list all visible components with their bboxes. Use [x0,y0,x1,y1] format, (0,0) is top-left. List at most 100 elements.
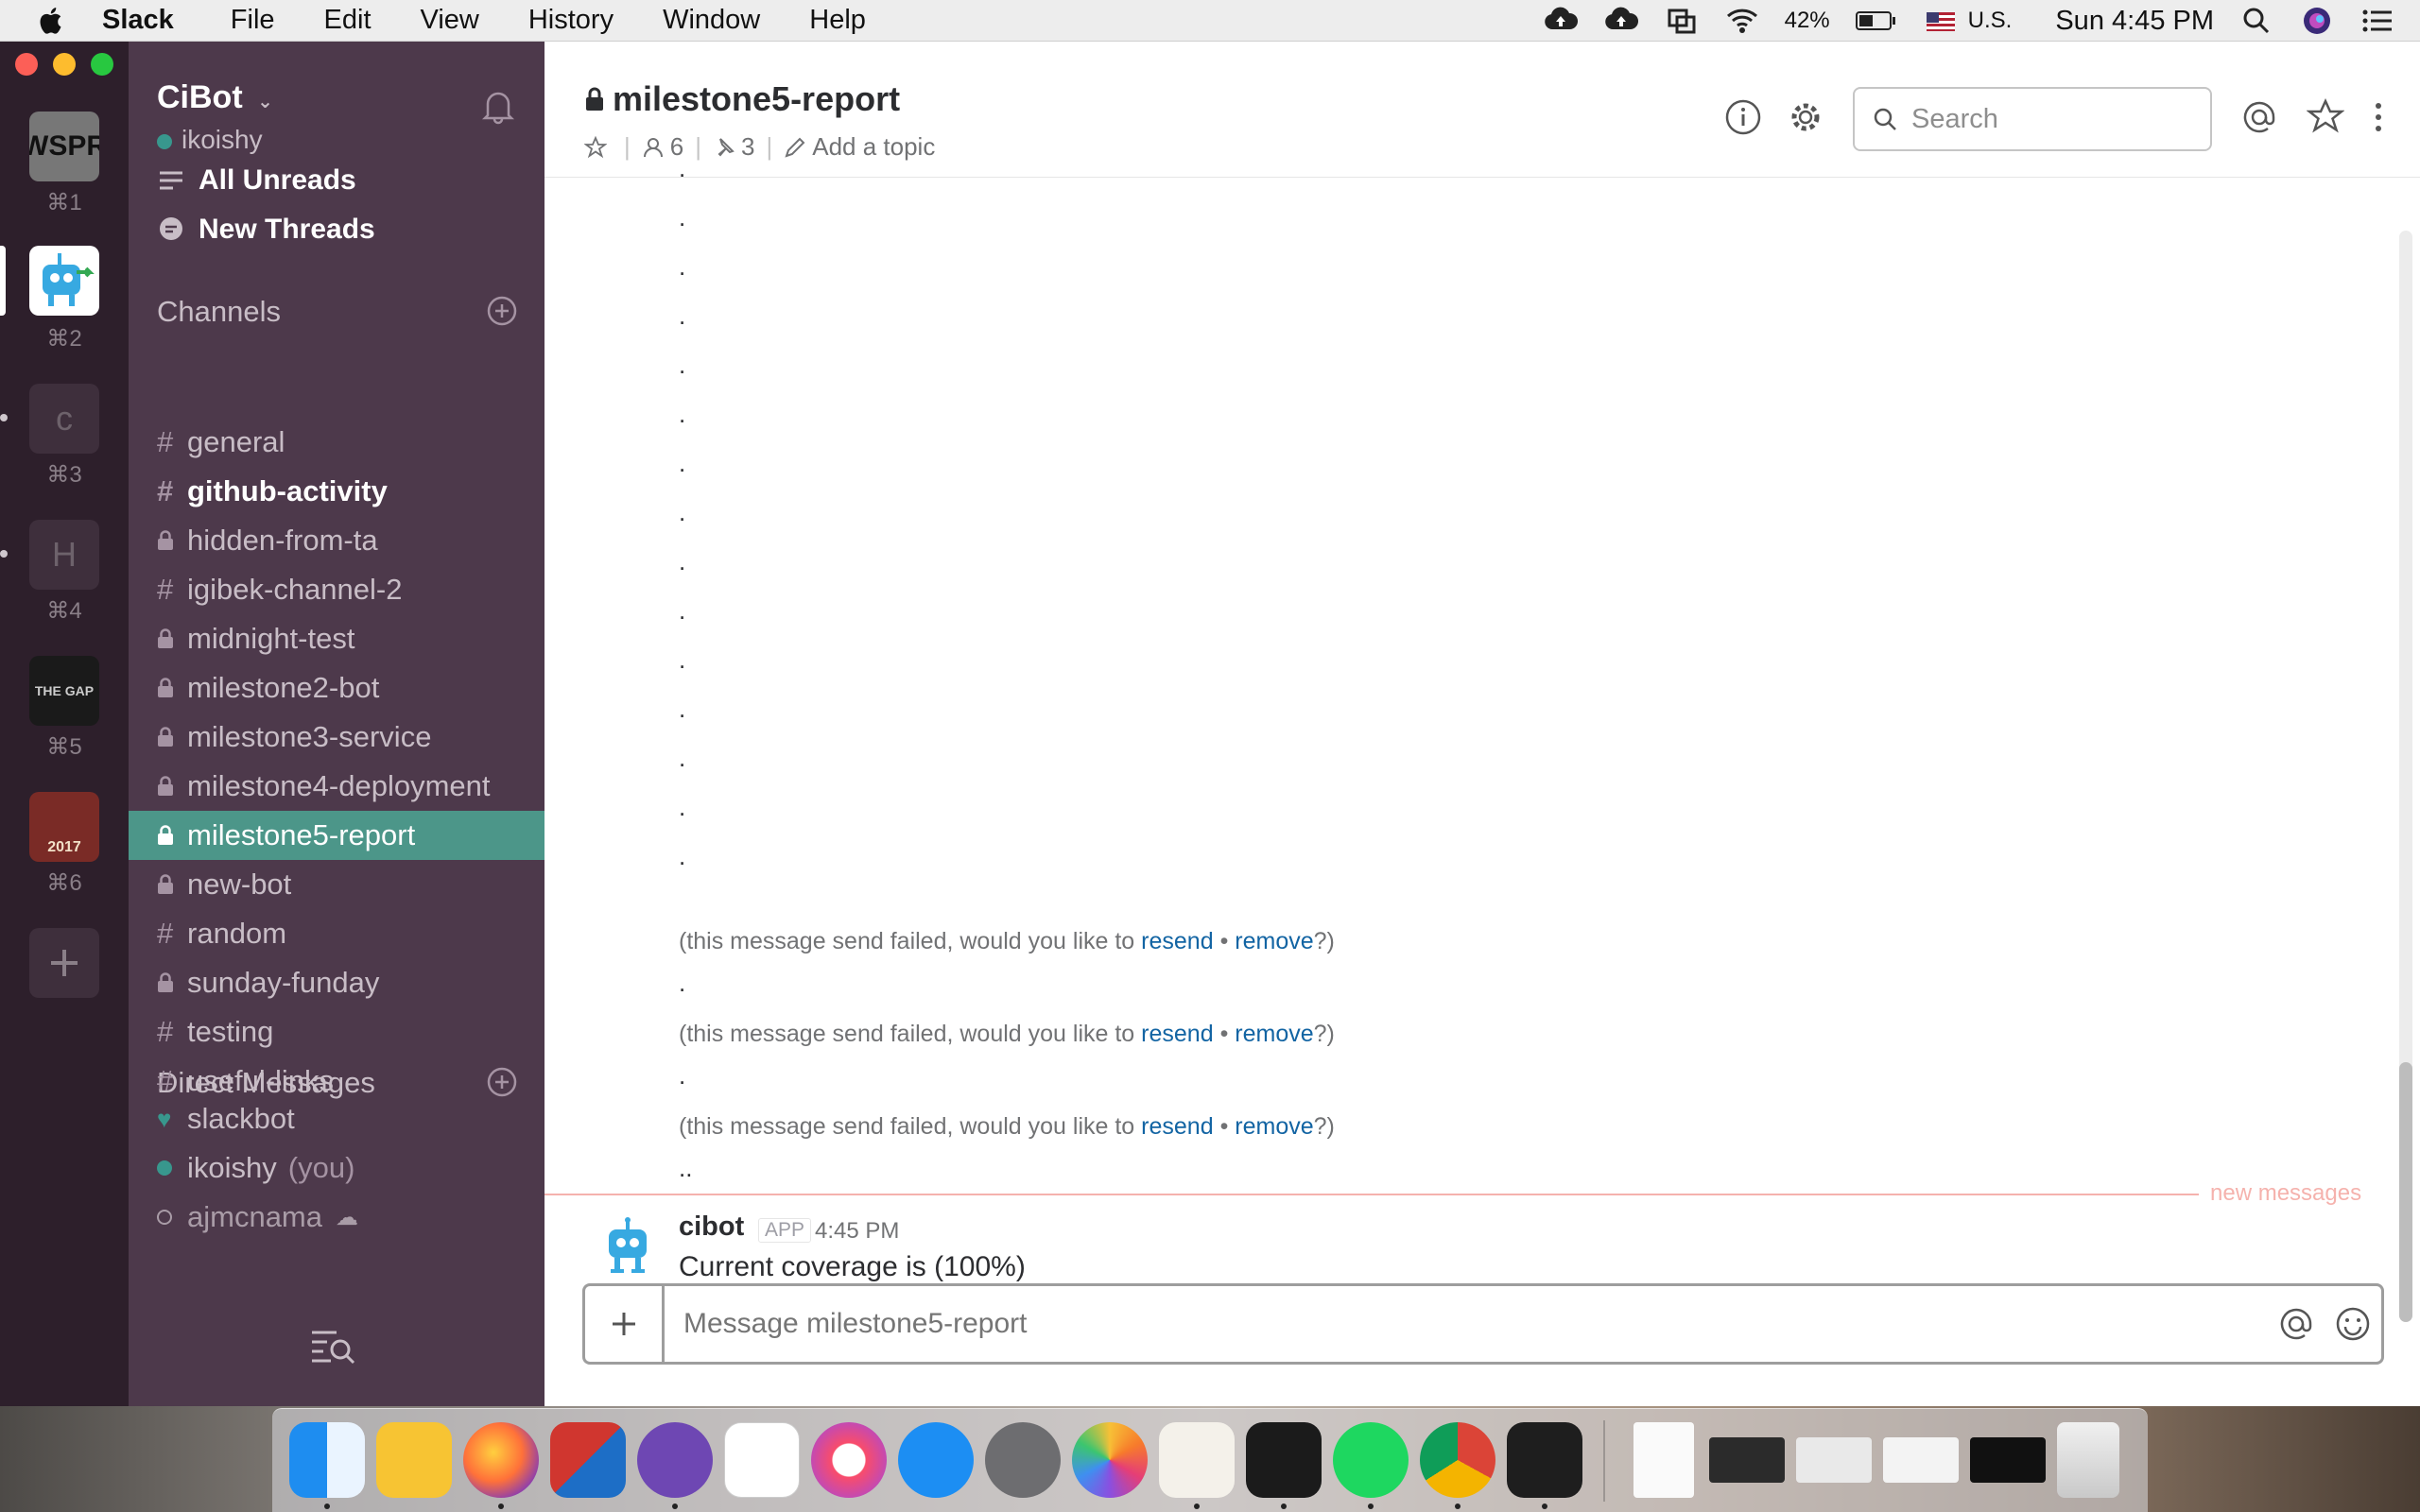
add-workspace-button[interactable] [29,928,99,998]
team-c[interactable]: c [29,384,99,454]
menu-app-name[interactable]: Slack [102,5,174,36]
us-flag-icon[interactable] [1923,5,1959,37]
menu-view[interactable]: View [421,5,479,36]
mentions-at-icon[interactable] [2240,98,2278,136]
channel-item-midnight-test[interactable]: midnight-test [129,614,544,663]
system-preferences-icon[interactable] [985,1422,1061,1498]
spotify-icon[interactable] [1333,1422,1409,1498]
terminal-icon[interactable] [1246,1422,1322,1498]
new-threads-link[interactable]: New Threads [157,214,375,246]
star-icon[interactable] [584,135,607,159]
vmware-icon[interactable] [550,1422,626,1498]
team-the-gap[interactable]: THE GAP [29,656,99,726]
vscode-icon[interactable] [1507,1422,1582,1498]
channel-item-random[interactable]: # random [129,909,544,958]
screen-share-icon[interactable] [1664,5,1700,37]
apple-menu-icon[interactable] [36,5,68,37]
minimize-window-button[interactable] [53,53,76,76]
resend-link[interactable]: resend [1141,928,1213,954]
firefox-icon[interactable] [463,1422,539,1498]
menu-file[interactable]: File [231,5,275,36]
close-window-button[interactable] [15,53,38,76]
photos-icon[interactable] [1072,1422,1148,1498]
slack-dock-icon[interactable] [1159,1422,1235,1498]
chrome-icon[interactable] [1420,1422,1495,1498]
channel-item-useful-links[interactable]: # useful-links [129,1057,544,1106]
minimized-window-2[interactable] [1796,1437,1872,1483]
menu-edit[interactable]: Edit [324,5,372,36]
channel-header: milestone5-report | 6 | 3 | Add a topic [544,42,2420,178]
notifications-bell-icon[interactable] [480,87,516,125]
pinned-count-button[interactable]: 3 [713,132,754,162]
wifi-icon[interactable] [1724,5,1760,37]
workspace-menu[interactable]: CiBot ⌄ [157,79,273,116]
attach-button[interactable] [585,1286,665,1362]
scrollbar-thumb[interactable] [2399,1062,2412,1322]
channel-item-new-bot[interactable]: new-bot [129,860,544,909]
cibot-avatar[interactable] [597,1216,658,1277]
minimized-window-4[interactable] [1970,1437,2046,1483]
zoom-window-button[interactable] [91,53,113,76]
channel-info-icon[interactable] [1724,98,1762,136]
finder-icon[interactable] [289,1422,365,1498]
channel-item-general[interactable]: # general [129,418,544,467]
menu-history[interactable]: History [528,5,614,36]
channel-item-milestone4-deployment[interactable]: milestone4-deployment [129,762,544,811]
lightbulb-app-icon[interactable] [376,1422,452,1498]
more-options-icon[interactable] [2369,98,2388,136]
siri-icon[interactable] [2299,5,2335,37]
add-channel-icon[interactable] [486,295,518,327]
team-cibot[interactable] [29,246,99,316]
message-timestamp[interactable]: 4:45 PM [815,1218,899,1245]
quick-switcher-icon[interactable] [308,1325,357,1366]
channel-title[interactable]: milestone5-report [584,79,900,119]
github-desktop-icon[interactable] [637,1422,713,1498]
team-wspr[interactable]: WSPR [29,112,99,181]
minimized-window-1[interactable] [1709,1437,1785,1483]
remove-link[interactable]: remove [1235,1113,1313,1140]
member-count-button[interactable]: 6 [642,132,683,162]
channel-item-github-activity[interactable]: # github-activity [129,467,544,516]
channel-item-sunday-funday[interactable]: sunday-funday [129,958,544,1007]
channel-item-igibek-channel-2[interactable]: # igibek-channel-2 [129,565,544,614]
spotlight-search-icon[interactable] [2238,5,2274,37]
message-input[interactable] [665,1286,2268,1362]
cloud-upload-icon[interactable] [1543,5,1579,37]
php-document-icon[interactable] [1634,1422,1694,1498]
channel-settings-gear-icon[interactable] [1787,98,1824,136]
trash-icon[interactable] [2057,1422,2119,1498]
channel-item-milestone5-report[interactable]: milestone5-report [129,811,544,860]
channel-item-milestone2-bot[interactable]: milestone2-bot [129,663,544,713]
notification-center-icon[interactable] [2360,5,2395,37]
resend-link[interactable]: resend [1141,1113,1213,1140]
channel-item-milestone3-service[interactable]: milestone3-service [129,713,544,762]
menu-help[interactable]: Help [809,5,866,36]
team-h[interactable]: H [29,520,99,590]
all-unreads-link[interactable]: All Unreads [157,164,356,197]
dm-ikoishy[interactable]: ikoishy (you) [129,1143,544,1193]
starred-items-icon[interactable] [2307,98,2344,136]
menu-window[interactable]: Window [663,5,760,36]
add-topic-button[interactable]: Add a topic [784,132,935,162]
current-user[interactable]: ikoishy [157,125,263,155]
channels-section-title[interactable]: Channels [157,295,281,329]
team-2017[interactable]: 2017 [29,792,99,862]
emoji-icon[interactable] [2334,1305,2372,1343]
calendar-icon[interactable] [724,1422,800,1498]
cloud-sync-icon[interactable] [1603,5,1639,37]
app-store-icon[interactable] [898,1422,974,1498]
menubar-clock[interactable]: Sun 4:45 PM [2055,6,2214,37]
remove-link[interactable]: remove [1235,1021,1313,1047]
channel-item-testing[interactable]: # testing [129,1007,544,1057]
resend-link[interactable]: resend [1141,1021,1213,1047]
search-input[interactable]: Search [1853,87,2212,151]
minimized-window-3[interactable] [1883,1437,1959,1483]
channel-item-hidden-from-ta[interactable]: hidden-from-ta [129,516,544,565]
music-icon[interactable] [811,1422,887,1498]
dm-ajmcnama[interactable]: ajmcnama ☁ [129,1193,544,1242]
remove-link[interactable]: remove [1235,928,1313,954]
mention-at-icon[interactable] [2277,1305,2315,1343]
battery-icon[interactable] [1855,5,1898,37]
message-sender[interactable]: cibot [679,1211,744,1243]
input-source-label[interactable]: U.S. [1968,8,2013,34]
